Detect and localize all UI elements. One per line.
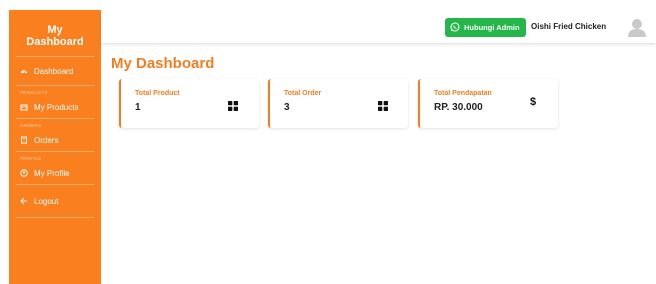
whatsapp-icon xyxy=(450,21,460,34)
sidebar-item-label: Dashboard xyxy=(34,66,74,76)
stat-card-total-pendapatan: Total Pendapatan RP. 30.000 $ xyxy=(418,79,558,128)
contact-admin-button[interactable]: Hubungi Admin xyxy=(445,18,526,37)
grid-icon xyxy=(378,98,388,111)
stat-card-total-product: Total Product 1 xyxy=(119,79,259,128)
shop-name: Oishi Fried Chicken xyxy=(531,22,607,31)
stat-card-label: Total Order xyxy=(284,90,322,97)
dollar-icon: $ xyxy=(530,96,537,108)
sidebar-divider xyxy=(16,217,94,218)
stat-card-value: 3 xyxy=(284,102,290,113)
brand-line-2: Dashboard xyxy=(26,36,84,48)
logout-icon xyxy=(20,197,28,205)
sidebar-item-label: My Products xyxy=(34,102,79,112)
sidebar-brand[interactable]: My Dashboard xyxy=(9,10,101,56)
contact-admin-label: Hubungi Admin xyxy=(464,23,520,32)
sidebar-section-products: PRODUCTS xyxy=(20,90,48,95)
page-title: My Dashboard xyxy=(111,55,215,72)
user-circle-icon xyxy=(20,169,28,177)
sidebar-item-logout[interactable]: Logout xyxy=(9,185,101,217)
sidebar-item-label: Orders xyxy=(34,135,59,145)
stat-card-value: 1 xyxy=(135,102,141,113)
sidebar-section-profile: PROFILE xyxy=(20,156,42,161)
avatar[interactable] xyxy=(627,17,647,37)
dashboard-icon xyxy=(20,67,28,75)
receipt-icon xyxy=(20,136,28,144)
sidebar: My Dashboard Dashboard PRODUCTS My Produ… xyxy=(9,10,101,284)
sidebar-item-my-profile[interactable]: My Profile xyxy=(9,162,101,184)
sidebar-section-orders: ORDERS xyxy=(20,123,42,128)
stat-card-label: Total Product xyxy=(135,90,180,97)
stat-card-value: RP. 30.000 xyxy=(434,102,483,113)
brand-line-1: My xyxy=(47,24,63,36)
stat-card-label: Total Pendapatan xyxy=(434,90,492,97)
sidebar-item-my-products[interactable]: My Products xyxy=(9,96,101,118)
topbar: Hubungi Admin Oishi Fried Chicken xyxy=(101,10,656,43)
box-icon xyxy=(20,103,28,111)
sidebar-item-label: Logout xyxy=(34,196,59,206)
sidebar-item-orders[interactable]: Orders xyxy=(9,129,101,151)
sidebar-item-label: My Profile xyxy=(34,168,70,178)
stat-card-total-order: Total Order 3 xyxy=(268,79,408,128)
grid-icon xyxy=(228,98,238,111)
sidebar-item-dashboard[interactable]: Dashboard xyxy=(9,57,101,85)
